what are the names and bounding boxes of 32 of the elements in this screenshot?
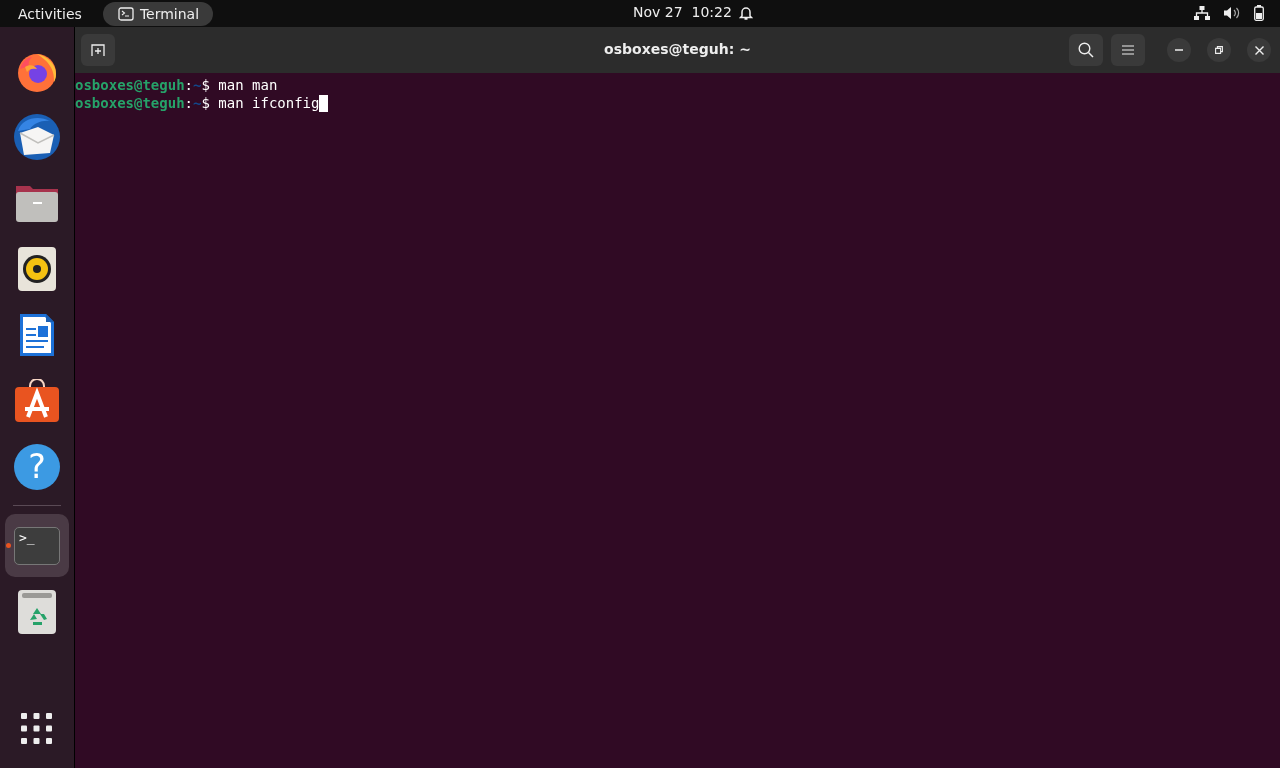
speaker-icon (18, 246, 56, 291)
dock-item[interactable]: >_ (5, 514, 69, 577)
restore-icon (1215, 46, 1223, 54)
menu-button[interactable] (1111, 34, 1145, 66)
terminal-icon: >_ (14, 526, 60, 565)
search-button[interactable] (1069, 34, 1103, 66)
new-tab-icon (91, 44, 105, 56)
minimize-button[interactable] (1167, 38, 1191, 62)
help-icon: ? (14, 443, 60, 490)
battery-icon[interactable] (1254, 5, 1264, 21)
activities-button[interactable]: Activities (18, 5, 82, 22)
network-icon[interactable] (1194, 5, 1210, 21)
minimize-icon (1175, 49, 1183, 51)
close-icon (1254, 45, 1264, 55)
terminal-line: osboxes@teguh:~$ man man (75, 76, 279, 94)
trash-icon (18, 589, 56, 634)
terminal-line: osboxes@teguh:~$ man ifconfig (75, 94, 1280, 112)
terminal-icon (117, 6, 134, 21)
envelope-bird-icon (12, 112, 62, 161)
bell-icon[interactable] (739, 5, 753, 21)
app-grid-icon[interactable] (21, 713, 53, 745)
search-icon (1078, 42, 1094, 58)
shopping-bag-icon (14, 378, 60, 423)
window-title: osboxes@teguh: ~ (604, 41, 751, 57)
clock[interactable]: Nov 27 10:22 (633, 4, 732, 20)
volume-icon[interactable] (1224, 6, 1240, 20)
app-menu-button[interactable]: Terminal (102, 1, 214, 26)
new-tab-button[interactable] (81, 34, 115, 66)
document-icon (18, 311, 56, 358)
restore-button[interactable] (1207, 38, 1231, 62)
menu-icon (1122, 45, 1134, 55)
close-button[interactable] (1247, 38, 1271, 62)
